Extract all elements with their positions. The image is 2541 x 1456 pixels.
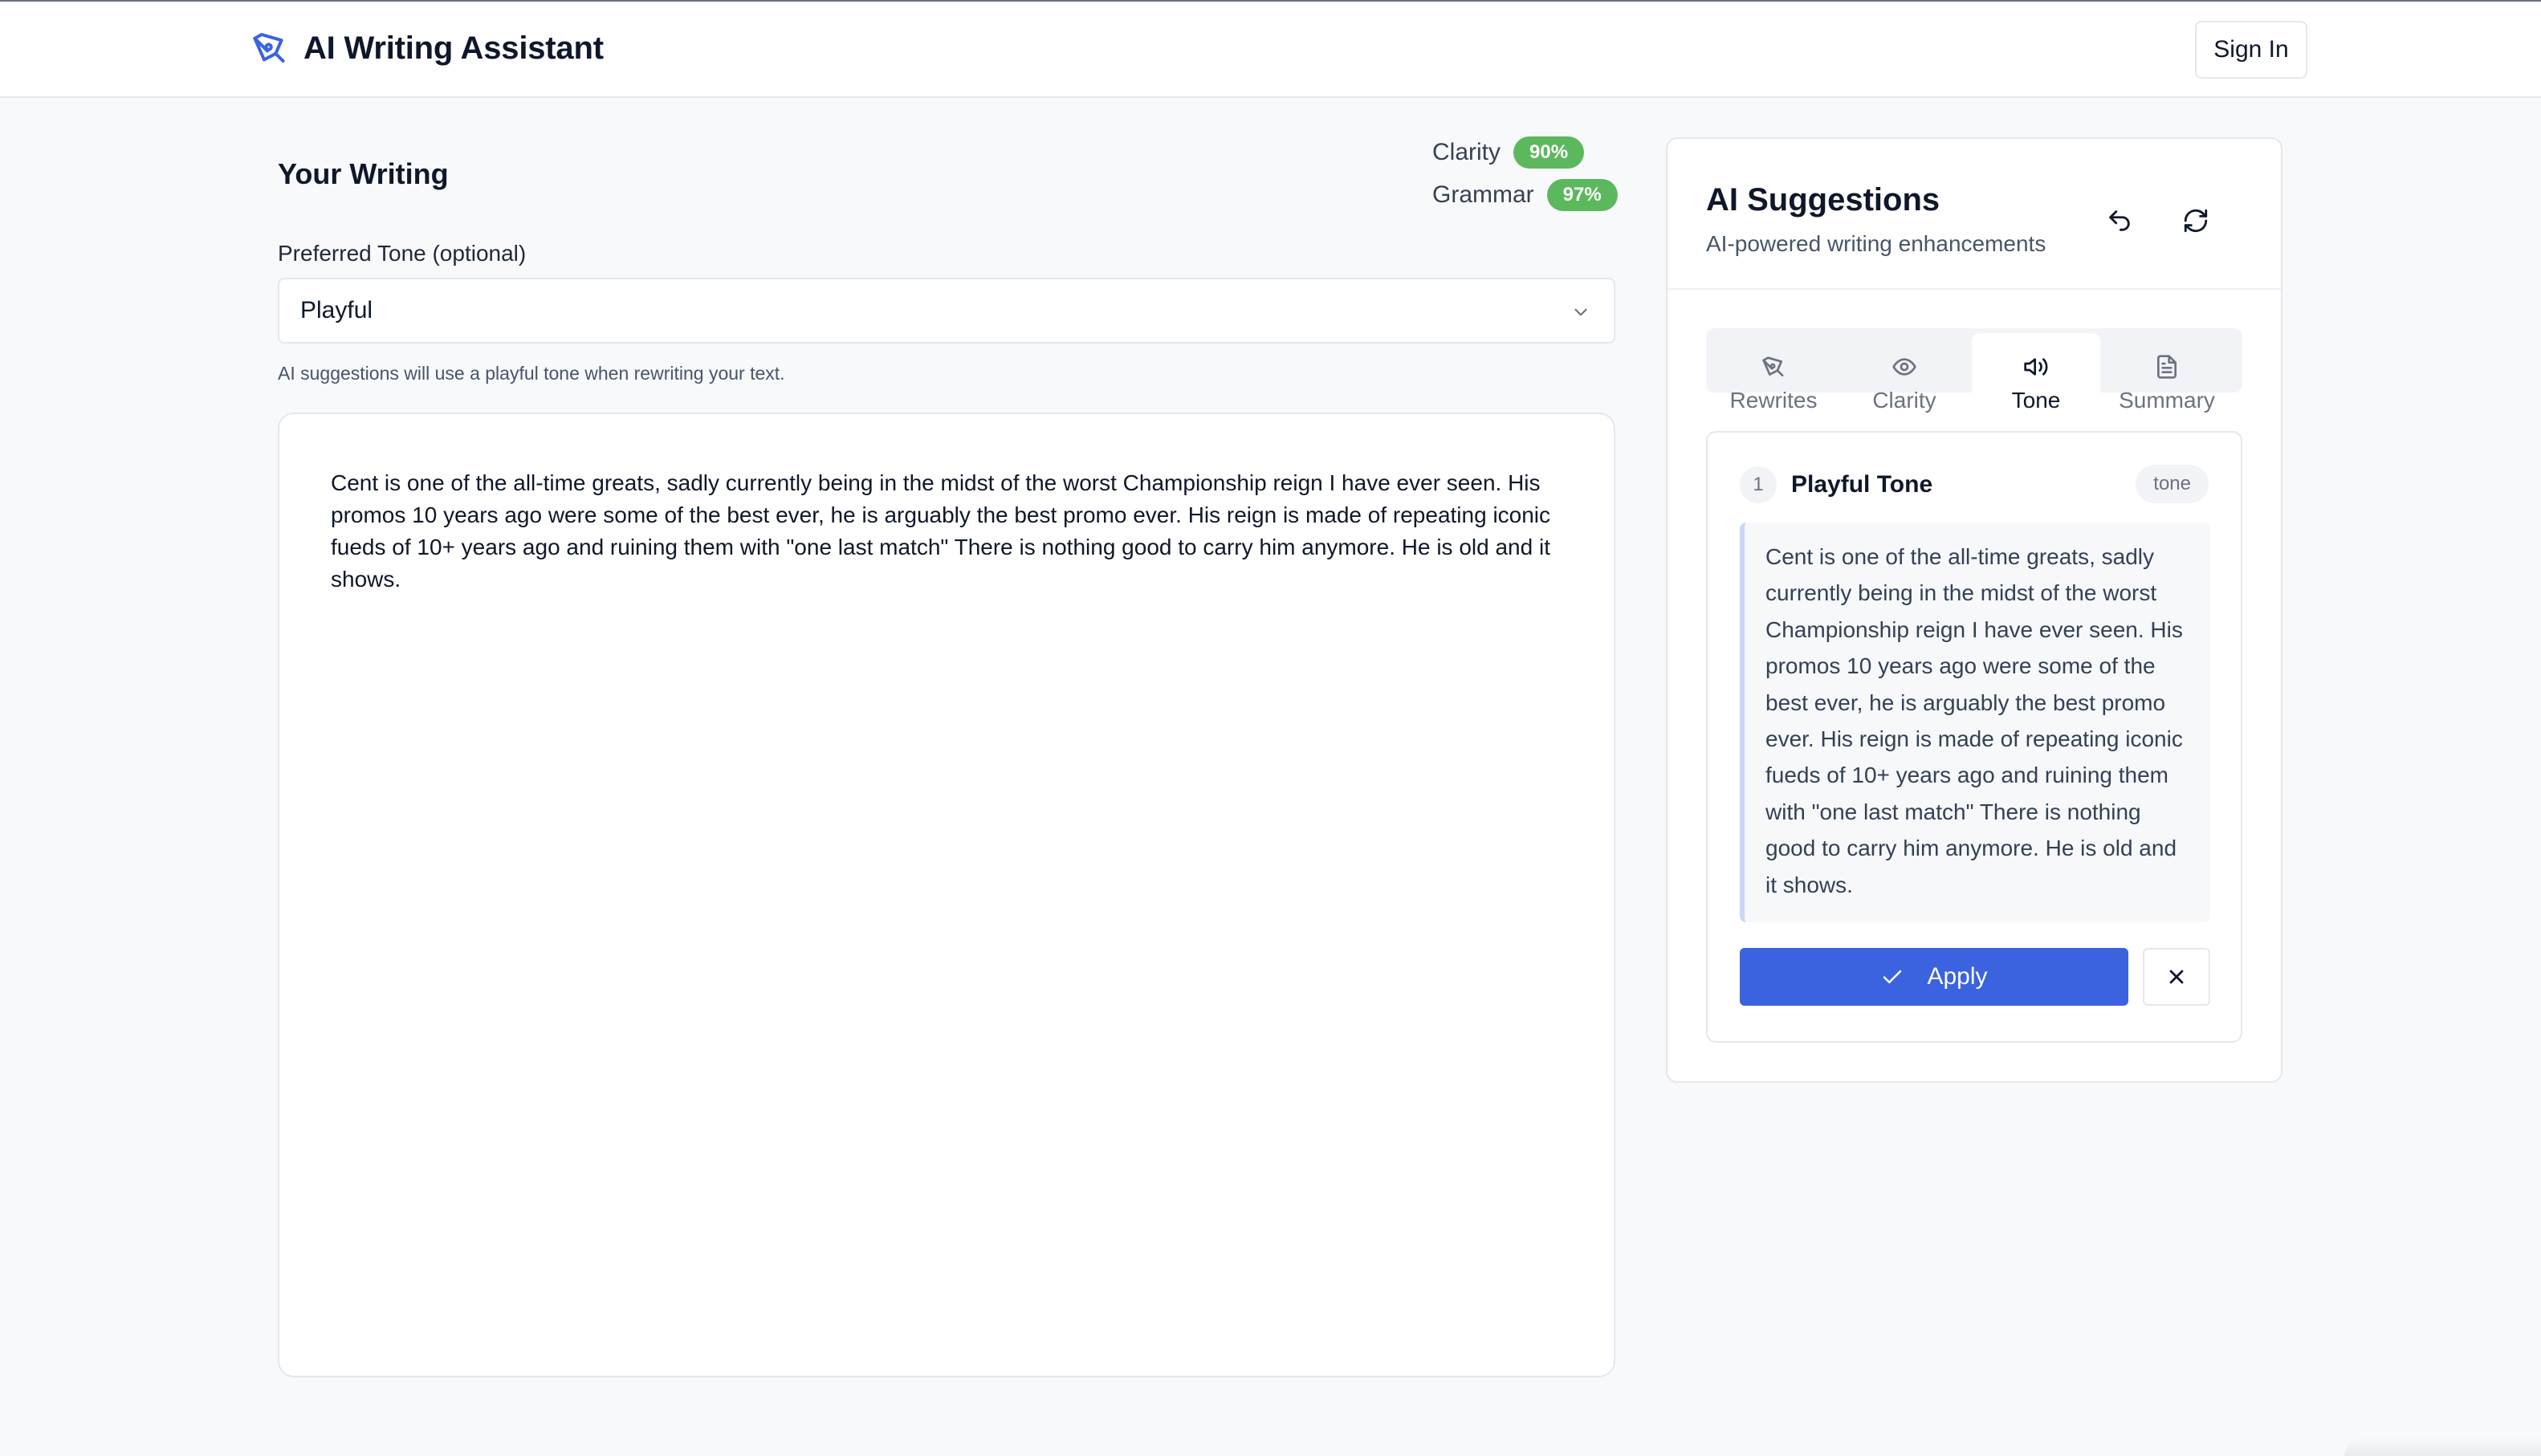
tone-help-text: AI suggestions will use a playful tone w… [278, 363, 785, 384]
eye-icon [1892, 358, 1916, 376]
clarity-metric: Clarity 90% [1432, 136, 1585, 169]
corner-shadow [2344, 1437, 2541, 1456]
tone-select-value: Playful [300, 297, 373, 323]
tab-summary[interactable]: Summary [2103, 333, 2231, 439]
suggestions-panel: AI Suggestions AI-powered writing enhanc… [1666, 137, 2282, 1083]
suggestion-text: Cent is one of the all-time greats, sadl… [1740, 523, 2210, 922]
suggestion-tabs: Rewrites Clarity Tone Summary [1706, 328, 2242, 439]
panel-divider [1668, 288, 2281, 290]
suggestions-title: AI Suggestions [1706, 182, 1940, 218]
suggestion-type-badge: tone [2136, 465, 2209, 503]
apply-button[interactable]: Apply [1740, 948, 2128, 1006]
grammar-metric: Grammar 97% [1432, 179, 1618, 211]
brand: AI Writing Assistant [250, 29, 604, 67]
top-header: AI Writing Assistant Sign In [0, 0, 2541, 98]
chevron-down-icon [1574, 308, 1587, 316]
tab-tone[interactable]: Tone [1972, 333, 2100, 439]
app-title: AI Writing Assistant [303, 30, 604, 66]
tab-rewrites[interactable]: Rewrites [1709, 333, 1838, 439]
tone-select[interactable]: Playful [278, 278, 1615, 344]
undo-icon [2109, 210, 2130, 231]
tab-clarity[interactable]: Clarity [1840, 333, 1969, 439]
refresh-button[interactable] [2177, 201, 2215, 240]
sign-in-button[interactable]: Sign In [2195, 21, 2307, 79]
suggestion-number: 1 [1740, 466, 1777, 503]
check-icon [1883, 970, 1902, 984]
document-icon [2157, 355, 2177, 379]
apply-label: Apply [1927, 963, 1988, 990]
clarity-score-badge: 90% [1513, 136, 1585, 169]
suggestion-card: 1 Playful Tone tone Cent is one of the a… [1706, 431, 2242, 1043]
writing-editor[interactable]: Cent is one of the all-time greats, sadl… [278, 413, 1615, 1377]
writing-title: Your Writing [278, 157, 449, 190]
tab-tone-label: Tone [2011, 388, 2061, 413]
close-icon [2169, 970, 2184, 984]
grammar-score-badge: 97% [1546, 179, 1618, 211]
suggestion-title: Playful Tone [1791, 471, 1933, 498]
tab-summary-label: Summary [2119, 388, 2215, 413]
tone-select-label: Preferred Tone (optional) [278, 241, 527, 266]
dismiss-button[interactable] [2143, 948, 2210, 1006]
speaker-icon [2024, 358, 2048, 376]
writing-text[interactable]: Cent is one of the all-time greats, sadl… [331, 467, 1562, 596]
undo-button[interactable] [2100, 201, 2139, 240]
pen-nib-icon [250, 29, 289, 67]
tab-rewrites-label: Rewrites [1729, 388, 1818, 413]
clarity-label: Clarity [1432, 139, 1501, 165]
pen-nib-icon [1762, 356, 1784, 376]
tab-clarity-label: Clarity [1872, 388, 1936, 413]
refresh-icon [2184, 209, 2208, 233]
suggestions-subtitle: AI-powered writing enhancements [1706, 231, 2046, 256]
grammar-label: Grammar [1432, 181, 1534, 208]
